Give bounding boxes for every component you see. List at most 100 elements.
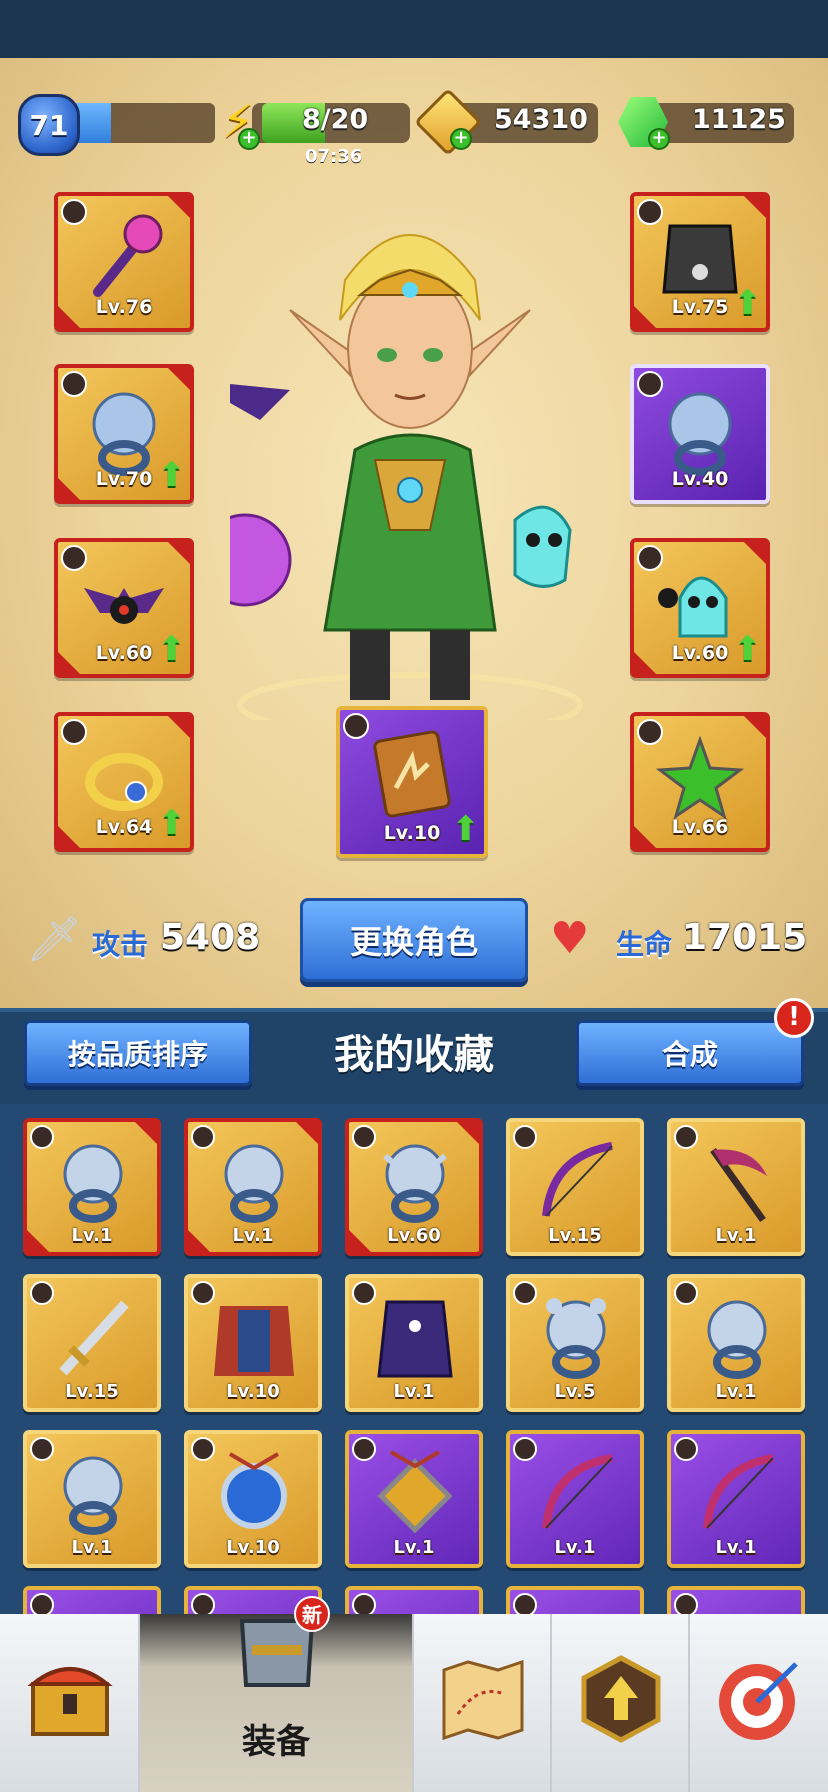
heart-icon: ♥ <box>550 913 590 964</box>
nav-equipment-label: 装备 <box>242 1722 310 1762</box>
nav-equipment[interactable]: 装备 <box>140 1614 414 1792</box>
collection-item[interactable]: Lv.1 <box>345 1274 483 1412</box>
equip-slot-amulet[interactable]: Lv.66 <box>630 712 770 852</box>
equip-slot-bracelet[interactable]: Lv.64 ⬆ <box>54 712 194 852</box>
target-icon <box>719 1662 798 1740</box>
eagle-ring-icon <box>224 1144 284 1223</box>
equip-slot-pet[interactable]: Lv.60 ⬆ <box>54 538 194 678</box>
collection-item[interactable] <box>23 1586 161 1614</box>
collection-item[interactable]: Lv.1 <box>184 1118 322 1256</box>
item-type-icon <box>30 1593 54 1614</box>
equip-slot-ring[interactable]: Lv.70 ⬆ <box>54 364 194 504</box>
gems-value: 11125 <box>692 104 786 135</box>
collection-item[interactable]: Lv.1 <box>345 1430 483 1568</box>
bull-ring-icon <box>383 1144 447 1223</box>
energy-timer: 07:36 <box>305 146 363 167</box>
collection-item[interactable] <box>667 1586 805 1614</box>
equip-slot-weapon[interactable]: Lv.76 <box>54 192 194 332</box>
collection-item[interactable]: Lv.1 <box>667 1118 805 1256</box>
upgrade-icon <box>581 1655 661 1743</box>
attack-label: 攻击 <box>92 928 149 961</box>
hp-value: 17015 <box>682 917 808 958</box>
item-level: Lv.5 <box>554 1381 596 1402</box>
collection-item[interactable]: Lv.1 <box>506 1430 644 1568</box>
energy-plus-icon[interactable]: + <box>238 128 260 150</box>
collection-item[interactable]: Lv.10 <box>184 1430 322 1568</box>
slot-corner <box>744 196 766 218</box>
item-level: Lv.1 <box>393 1381 435 1402</box>
item-level: Lv.1 <box>554 1537 596 1558</box>
bat-pet-icon <box>84 588 164 624</box>
collection-item[interactable]: Lv.1 <box>667 1430 805 1568</box>
collection-item[interactable]: Lv.1 <box>667 1274 805 1412</box>
gold-value: 54310 <box>494 104 588 135</box>
upgrade-arrow-icon: ⬆ <box>451 809 481 849</box>
robe-armor-icon <box>377 1300 453 1378</box>
bow-icon <box>703 1454 774 1529</box>
eagle-ring-icon <box>63 1456 123 1535</box>
eagle-ring-icon <box>707 1300 767 1379</box>
collection-item[interactable]: Lv.15 <box>23 1274 161 1412</box>
gems-plus-icon[interactable]: + <box>648 128 670 150</box>
item-level: Lv.1 <box>71 1537 113 1558</box>
eagle-amulet-icon <box>221 1452 287 1529</box>
collection-item[interactable]: Lv.10 <box>184 1274 322 1412</box>
bottom-nav: 装备 <box>0 1614 828 1792</box>
bow-icon <box>542 1454 613 1529</box>
upgrade-arrow-icon: ⬆ <box>157 629 187 669</box>
hero-character <box>230 234 583 720</box>
cape-armor-icon <box>214 1306 294 1376</box>
upgrade-arrow-icon: ⬆ <box>733 629 763 669</box>
item-level: Lv.1 <box>715 1225 757 1246</box>
collection-item[interactable] <box>345 1586 483 1614</box>
collection-item[interactable] <box>506 1586 644 1614</box>
collection-grid: Lv.1 Lv.1 Lv.60 Lv.15 Lv.1 Lv.15 Lv.10 L… <box>0 1104 828 1614</box>
item-type-icon <box>513 1593 537 1614</box>
collection-item[interactable]: Lv.15 <box>506 1118 644 1256</box>
wolf-ring-icon <box>63 1144 123 1223</box>
bear-ring-icon <box>546 1298 606 1379</box>
attack-value: 5408 <box>160 917 261 958</box>
top-bar <box>0 0 828 58</box>
nav-shop[interactable] <box>0 1614 140 1792</box>
bow-icon <box>542 1142 613 1217</box>
nav-upgrade[interactable] <box>552 1614 690 1792</box>
dark-armor-icon <box>662 224 738 294</box>
slot-corner <box>135 1122 157 1144</box>
nav-battle[interactable] <box>690 1614 828 1792</box>
scythe-icon <box>710 1147 767 1223</box>
collection-item[interactable]: Lv.1 <box>23 1430 161 1568</box>
slot-level: Lv.66 <box>671 816 729 838</box>
spellbook-icon <box>373 730 451 818</box>
attack-stat: 🗡 攻击 5408 <box>26 905 266 975</box>
hp-stat: ♥ 生命 17015 <box>550 905 820 975</box>
item-level: Lv.10 <box>226 1537 280 1558</box>
lion-ring-icon <box>92 392 156 476</box>
slot-corner <box>168 542 190 564</box>
sort-by-quality-button[interactable]: 按品质排序 <box>24 1020 252 1086</box>
map-icon <box>442 1659 524 1741</box>
star-amulet-icon <box>655 735 745 820</box>
equip-slot-armor[interactable]: Lv.75 ⬆ <box>630 192 770 332</box>
equip-slot-spellbook[interactable]: Lv.10 ⬆ <box>336 706 488 858</box>
equip-slot-ring-2[interactable]: Lv.40 <box>630 364 770 504</box>
slot-corner <box>168 368 190 390</box>
slot-corner <box>457 1122 479 1144</box>
ghost-pet-icon <box>658 576 728 638</box>
nav-map[interactable] <box>414 1614 552 1792</box>
change-hero-button[interactable]: 更换角色 <box>300 898 528 982</box>
collection-item[interactable]: Lv.5 <box>506 1274 644 1412</box>
upgrade-arrow-icon: ⬆ <box>157 455 187 495</box>
collection-item[interactable]: Lv.1 <box>23 1118 161 1256</box>
merge-button[interactable]: 合成 <box>576 1020 804 1086</box>
slot-corner <box>168 716 190 738</box>
slot-corner <box>744 716 766 738</box>
equip-slot-pet-2[interactable]: Lv.60 ⬆ <box>630 538 770 678</box>
collection-item[interactable]: Lv.60 <box>345 1118 483 1256</box>
gold-plus-icon[interactable]: + <box>450 128 472 150</box>
item-level: Lv.1 <box>71 1225 113 1246</box>
player-level-badge[interactable]: 71 <box>18 94 80 156</box>
sword-item-icon <box>59 1300 129 1376</box>
energy-value: 8/20 <box>302 104 369 135</box>
lion-amulet-icon <box>377 1450 453 1534</box>
